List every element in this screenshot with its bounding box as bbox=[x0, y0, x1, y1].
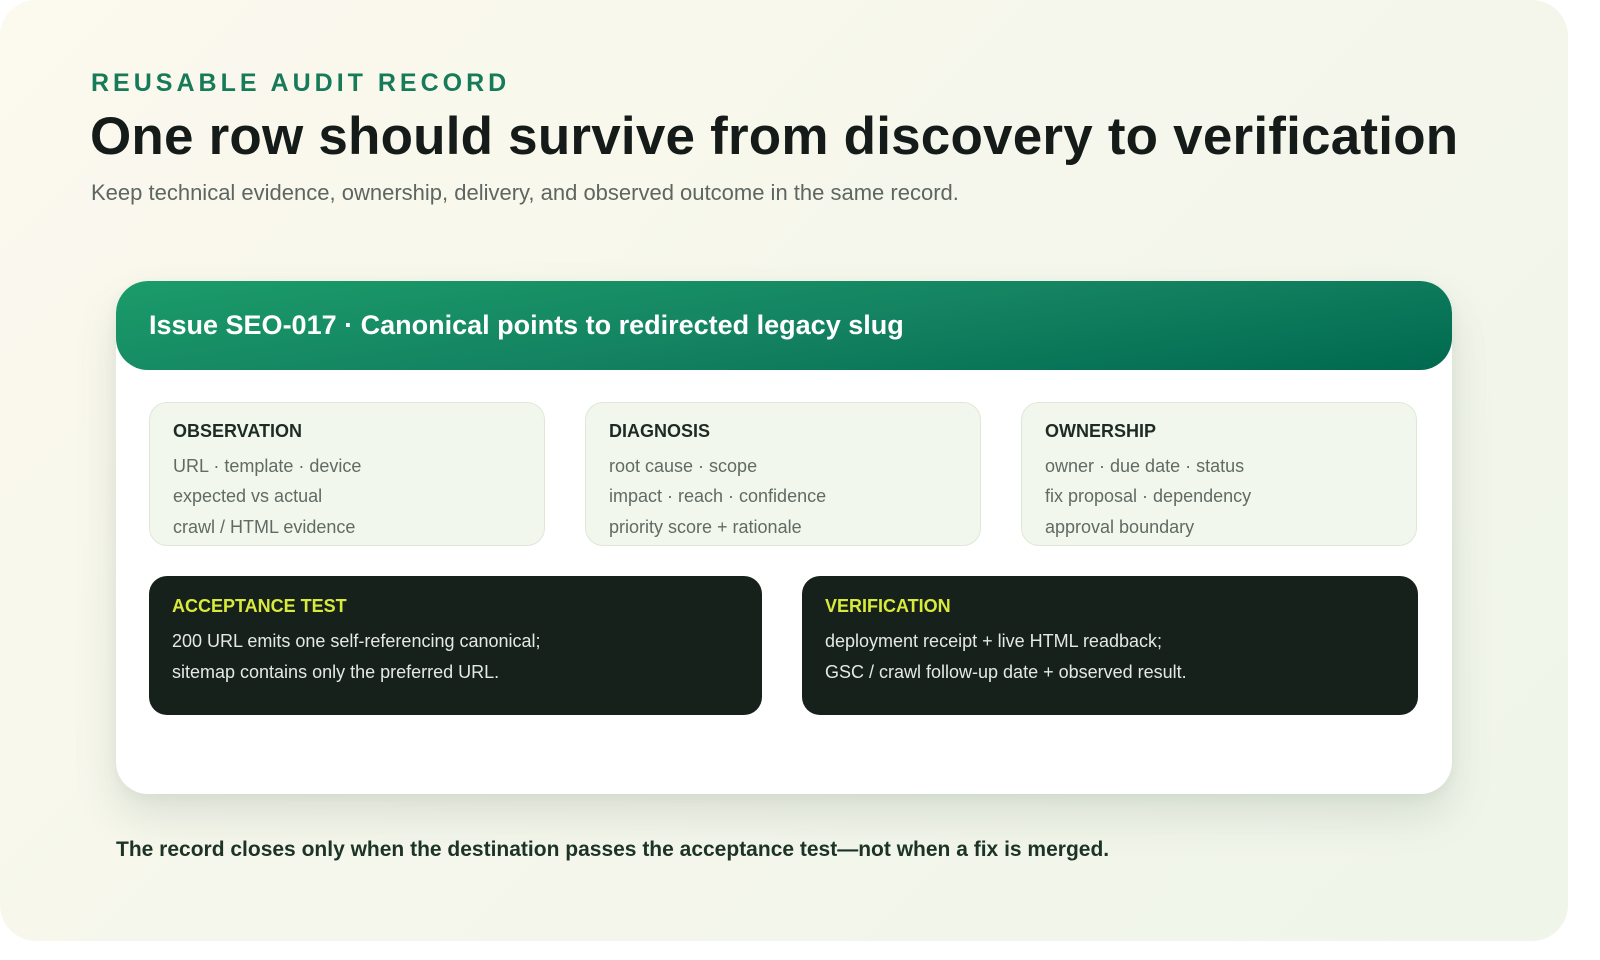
observation-line: URL · template · device bbox=[173, 456, 362, 476]
diagnosis-line: impact · reach · confidence bbox=[609, 486, 827, 506]
ownership-panel: OWNERSHIP owner · due date · status fix … bbox=[1021, 402, 1417, 546]
observation-title: OBSERVATION bbox=[173, 421, 303, 441]
acceptance-test-line: sitemap contains only the preferred URL. bbox=[172, 662, 500, 682]
verification-title: VERIFICATION bbox=[825, 596, 951, 616]
diagnosis-line: root cause · scope bbox=[609, 456, 758, 476]
observation-panel: OBSERVATION URL · template · device expe… bbox=[149, 402, 545, 546]
observation-line: expected vs actual bbox=[173, 486, 323, 506]
verification-line: deployment receipt + live HTML readback; bbox=[825, 631, 1162, 651]
record-title: Issue SEO-017 · Canonical points to redi… bbox=[149, 310, 904, 340]
ownership-line: approval boundary bbox=[1045, 517, 1195, 537]
verification-panel: VERIFICATION deployment receipt + live H… bbox=[802, 576, 1418, 715]
diagnosis-panel: DIAGNOSIS root cause · scope impact · re… bbox=[585, 402, 981, 546]
ownership-title: OWNERSHIP bbox=[1045, 421, 1157, 441]
closing-note: The record closes only when the destinat… bbox=[116, 838, 1110, 861]
page-title: One row should survive from discovery to… bbox=[90, 107, 1459, 166]
acceptance-test-title: ACCEPTANCE TEST bbox=[172, 596, 347, 616]
ownership-line: fix proposal · dependency bbox=[1045, 486, 1252, 506]
diagnosis-title: DIAGNOSIS bbox=[609, 421, 711, 441]
acceptance-test-line: 200 URL emits one self-referencing canon… bbox=[172, 631, 541, 651]
audit-record-slide: REUSABLE AUDIT RECORD One row should sur… bbox=[0, 0, 1568, 941]
acceptance-test-panel: ACCEPTANCE TEST 200 URL emits one self-r… bbox=[149, 576, 762, 715]
diagnosis-line: priority score + rationale bbox=[609, 517, 802, 537]
page-subtitle: Keep technical evidence, ownership, deli… bbox=[91, 180, 959, 205]
verification-line: GSC / crawl follow-up date + observed re… bbox=[825, 662, 1187, 682]
ownership-line: owner · due date · status bbox=[1045, 456, 1245, 476]
eyebrow-label: REUSABLE AUDIT RECORD bbox=[91, 69, 511, 97]
observation-line: crawl / HTML evidence bbox=[173, 517, 356, 537]
record-header: Issue SEO-017 · Canonical points to redi… bbox=[116, 281, 1452, 370]
audit-record-card: Issue SEO-017 · Canonical points to redi… bbox=[116, 281, 1452, 794]
